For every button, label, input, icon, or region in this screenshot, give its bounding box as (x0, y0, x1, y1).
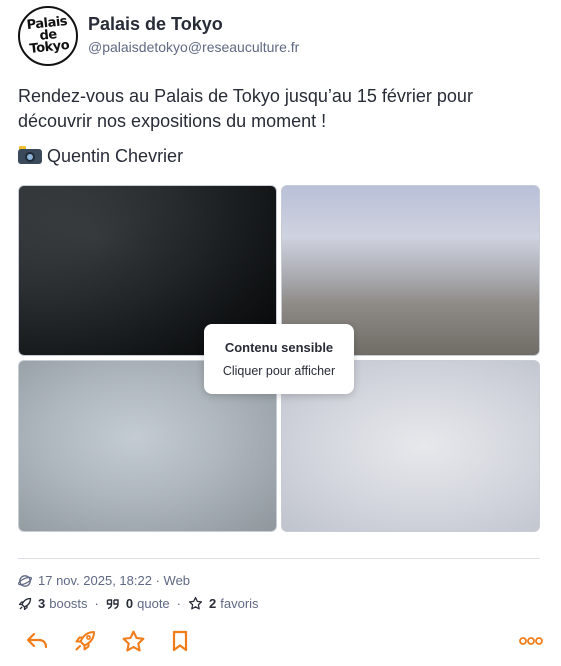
post-client: Web (163, 573, 191, 588)
boosts-label: boosts (49, 596, 88, 611)
display-name[interactable]: Palais de Tokyo (88, 14, 223, 35)
camera-flash-icon (18, 146, 42, 164)
bookmark-button[interactable] (165, 626, 195, 656)
more-options-button[interactable] (516, 626, 546, 656)
post-timestamp[interactable]: 17 nov. 2025, 18:22 (38, 573, 152, 588)
sensitive-action-label: Cliquer pour afficher (222, 364, 336, 378)
favourites-stat[interactable]: 2 favoris (188, 596, 259, 611)
globe-icon (18, 574, 32, 587)
bookmark-icon (172, 630, 188, 652)
divider (18, 558, 540, 559)
post-header: Palais de Tokyo Palais de Tokyo @palaisdet… (18, 6, 543, 66)
sensitive-title: Contenu sensible (224, 340, 334, 355)
boost-icon (75, 631, 95, 651)
star-icon (122, 630, 144, 651)
quotes-count: 0 (125, 596, 134, 611)
photo-credit: Quentin Chevrier (18, 144, 528, 169)
quotes-label: quote (137, 596, 170, 611)
sensitive-content-button[interactable]: Contenu sensible Cliquer pour afficher (204, 324, 354, 394)
avatar-logo: Palais de Tokyo (25, 13, 70, 57)
quote-icon (106, 598, 119, 609)
quotes-stat[interactable]: 0 quote (106, 596, 170, 611)
boosts-stat[interactable]: 3 boosts (18, 596, 88, 611)
rocket-icon (18, 597, 32, 610)
favs-label: favoris (220, 596, 259, 611)
favourite-button[interactable] (118, 626, 148, 656)
meta-separator: · (151, 573, 164, 588)
photo-credit-name: Quentin Chevrier (47, 146, 184, 166)
post-content: Rendez-vous au Palais de Tokyo jusqu’au … (18, 84, 528, 169)
boost-button[interactable] (70, 626, 100, 656)
stats-separator: · (176, 596, 182, 611)
avatar[interactable]: Palais de Tokyo (18, 6, 78, 66)
boosts-count: 3 (38, 596, 46, 611)
account-handle[interactable]: @palaisdetokyo@reseauculture.fr (88, 39, 299, 55)
more-icon (519, 637, 543, 645)
post-stats: 3 boosts · 0 quote · 2 favoris (18, 596, 259, 611)
favs-count: 2 (209, 596, 217, 611)
star-outline-icon (188, 596, 203, 610)
stats-separator: · (94, 596, 99, 611)
post-text: Rendez-vous au Palais de Tokyo jusqu’au … (18, 86, 473, 131)
action-bar (18, 626, 543, 656)
post-meta: 17 nov. 2025, 18:22 · Web (18, 573, 190, 588)
reply-button[interactable] (22, 626, 52, 656)
reply-icon (26, 632, 48, 649)
